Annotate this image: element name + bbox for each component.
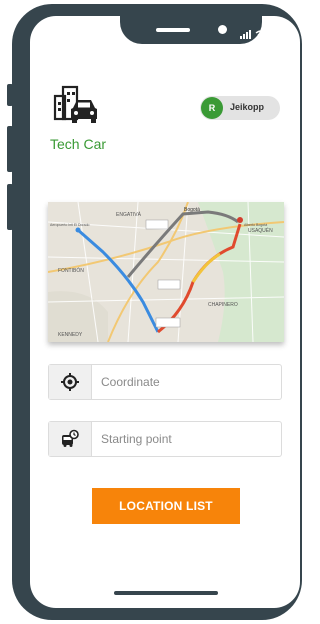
speaker (156, 28, 190, 32)
user-name: Jeikopp (230, 102, 265, 112)
map-label-airport: Aeropuerto Intl El Dorado (50, 223, 90, 227)
map-label-fontibon: FONTIBÓN (58, 267, 84, 274)
building-car-icon (53, 85, 97, 123)
status-icons (240, 30, 286, 39)
map-label-bogota: Bogotá (184, 207, 200, 213)
brand-name: Tech Car (50, 136, 107, 152)
app-screen: 9:31 Tech Car R Jeikopp ENGATIVÁ Bogotá … (30, 16, 300, 608)
map-label-destination: Alberto Bogotá (244, 223, 267, 227)
location-target-icon[interactable] (49, 365, 92, 399)
user-chip[interactable]: R Jeikopp (200, 96, 280, 120)
camera (218, 25, 227, 34)
signal-icon (240, 30, 251, 39)
route-map[interactable]: ENGATIVÁ Bogotá USAQUÉN FONTIBÓN CHAPINE… (48, 202, 284, 342)
map-label-kennedy: KENNEDY (58, 332, 83, 338)
starting-point-input[interactable] (101, 430, 271, 448)
coordinate-input[interactable] (101, 373, 271, 391)
location-list-button[interactable]: LOCATION LIST (92, 488, 240, 524)
map-label-chapinero: CHAPINERO (208, 302, 238, 308)
coordinate-field (48, 364, 282, 400)
battery-icon (270, 30, 286, 39)
wifi-icon (255, 30, 267, 39)
map-label-usaquen: USAQUÉN (248, 227, 273, 234)
avatar: R (201, 97, 223, 119)
home-indicator (114, 591, 218, 595)
map-label-engativa: ENGATIVÁ (116, 211, 142, 218)
status-time: 9:31 (54, 32, 74, 43)
starting-point-field (48, 421, 282, 457)
bus-stop-icon[interactable] (49, 422, 92, 456)
